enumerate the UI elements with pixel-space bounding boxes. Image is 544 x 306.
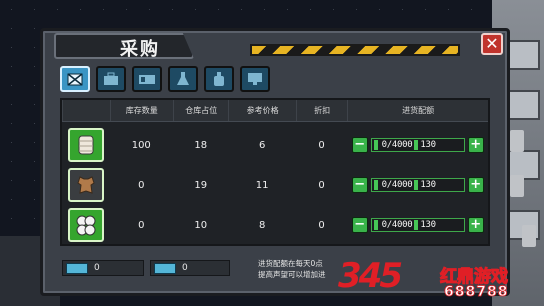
stepper-bar [373, 140, 378, 150]
quantity-max: 4000 [391, 180, 413, 190]
space-value: 18 [194, 139, 208, 151]
increase-button[interactable]: + [467, 177, 484, 193]
cash-icon [66, 262, 88, 274]
quantity-max: 4000 [391, 140, 413, 150]
stock-value: 100 [131, 139, 151, 151]
stock-value: 0 [138, 219, 145, 231]
quota-value: 130 [420, 180, 436, 190]
quantity-stepper[interactable]: 0 / 4000 130 [370, 138, 465, 152]
stepper-bar [373, 220, 378, 230]
table-header: 库存数量 仓库占位 参考价格 折扣 进货配额 [62, 100, 488, 122]
tab-crate[interactable] [60, 66, 90, 92]
quota-note: 进货配额在每天0点 提高声望可以增加进 [258, 258, 338, 280]
currency-1-value: 0 [94, 263, 100, 273]
crate-icon [67, 73, 83, 86]
tab-toolbox[interactable] [96, 66, 126, 92]
item-icon-cell [62, 128, 110, 162]
item-slot[interactable] [67, 168, 104, 202]
header-stock: 库存数量 [109, 100, 173, 121]
npc-character [510, 130, 524, 152]
tab-flask[interactable] [168, 66, 198, 92]
flask-icon [177, 72, 189, 85]
tab-bottle[interactable] [204, 66, 234, 92]
decrease-button[interactable]: − [351, 217, 368, 233]
header-price: 参考价格 [228, 100, 295, 121]
stepper-bar [414, 140, 419, 150]
leather-icon [77, 176, 95, 194]
container-icon [139, 75, 155, 84]
category-tabs [60, 66, 270, 92]
watermark-number: 345 [338, 256, 403, 296]
increase-button[interactable]: + [467, 137, 484, 153]
quota-controls: − 0 / 4000 130 + [347, 137, 488, 153]
table-row: 0 19 11 0 − 0 / 4000 130 + [62, 165, 488, 205]
window-title: 采购 [120, 39, 160, 60]
item-icon-cell [62, 168, 110, 202]
table-row: 0 10 8 0 − 0 / 4000 130 + [62, 205, 488, 245]
stepper-bar [414, 180, 419, 190]
close-button[interactable]: ✕ [481, 33, 503, 55]
paper-roll-icon [78, 135, 94, 155]
price-value: 11 [255, 179, 269, 191]
item-slot[interactable] [67, 208, 104, 242]
header-discount: 折扣 [295, 100, 348, 121]
header-icon-col [62, 100, 110, 121]
decrease-button[interactable]: − [351, 137, 368, 153]
monitor-icon [248, 73, 262, 85]
discount-value: 0 [318, 179, 325, 191]
quantity-stepper[interactable]: 0 / 4000 130 [370, 218, 465, 232]
quantity-max: 4000 [391, 220, 413, 230]
currency-slot-2: 0 [150, 260, 230, 276]
toilet-paper-icon [76, 215, 96, 236]
quota-controls: − 0 / 4000 130 + [347, 177, 488, 193]
price-value: 6 [258, 139, 266, 151]
note-line-2: 提高声望可以增加进 [258, 270, 326, 279]
currency-2-value: 0 [182, 263, 188, 273]
currency-slot-1: 0 [62, 260, 144, 276]
stock-value: 0 [138, 179, 145, 191]
space-value: 19 [194, 179, 208, 191]
hazard-stripe [250, 44, 460, 56]
table-row: 100 18 6 0 − 0 / 4000 130 + [62, 125, 488, 165]
bottle-icon [214, 72, 224, 86]
quantity-stepper[interactable]: 0 / 4000 130 [370, 178, 465, 192]
space-value: 10 [194, 219, 208, 231]
discount-value: 0 [318, 139, 325, 151]
header-quota: 进货配额 [347, 100, 488, 121]
item-slot[interactable] [67, 128, 104, 162]
item-icon-cell [62, 208, 110, 242]
npc-character [522, 225, 536, 247]
tab-container[interactable] [132, 66, 162, 92]
cash-icon [154, 262, 176, 274]
quota-value: 130 [420, 220, 436, 230]
tab-monitor[interactable] [240, 66, 270, 92]
stepper-bar [414, 220, 419, 230]
npc-character [510, 175, 524, 197]
watermark-url: 688788 [444, 284, 509, 301]
note-line-1: 进货配额在每天0点 [258, 259, 323, 268]
quota-value: 130 [420, 140, 436, 150]
increase-button[interactable]: + [467, 217, 484, 233]
purchase-table: 库存数量 仓库占位 参考价格 折扣 进货配额 100 18 6 0 − 0 / … [60, 98, 490, 246]
price-value: 8 [258, 219, 266, 231]
stepper-bar [373, 180, 378, 190]
header-space: 仓库占位 [172, 100, 228, 121]
quota-controls: − 0 / 4000 130 + [347, 217, 488, 233]
toolbox-icon [104, 72, 118, 85]
discount-value: 0 [318, 219, 325, 231]
decrease-button[interactable]: − [351, 177, 368, 193]
